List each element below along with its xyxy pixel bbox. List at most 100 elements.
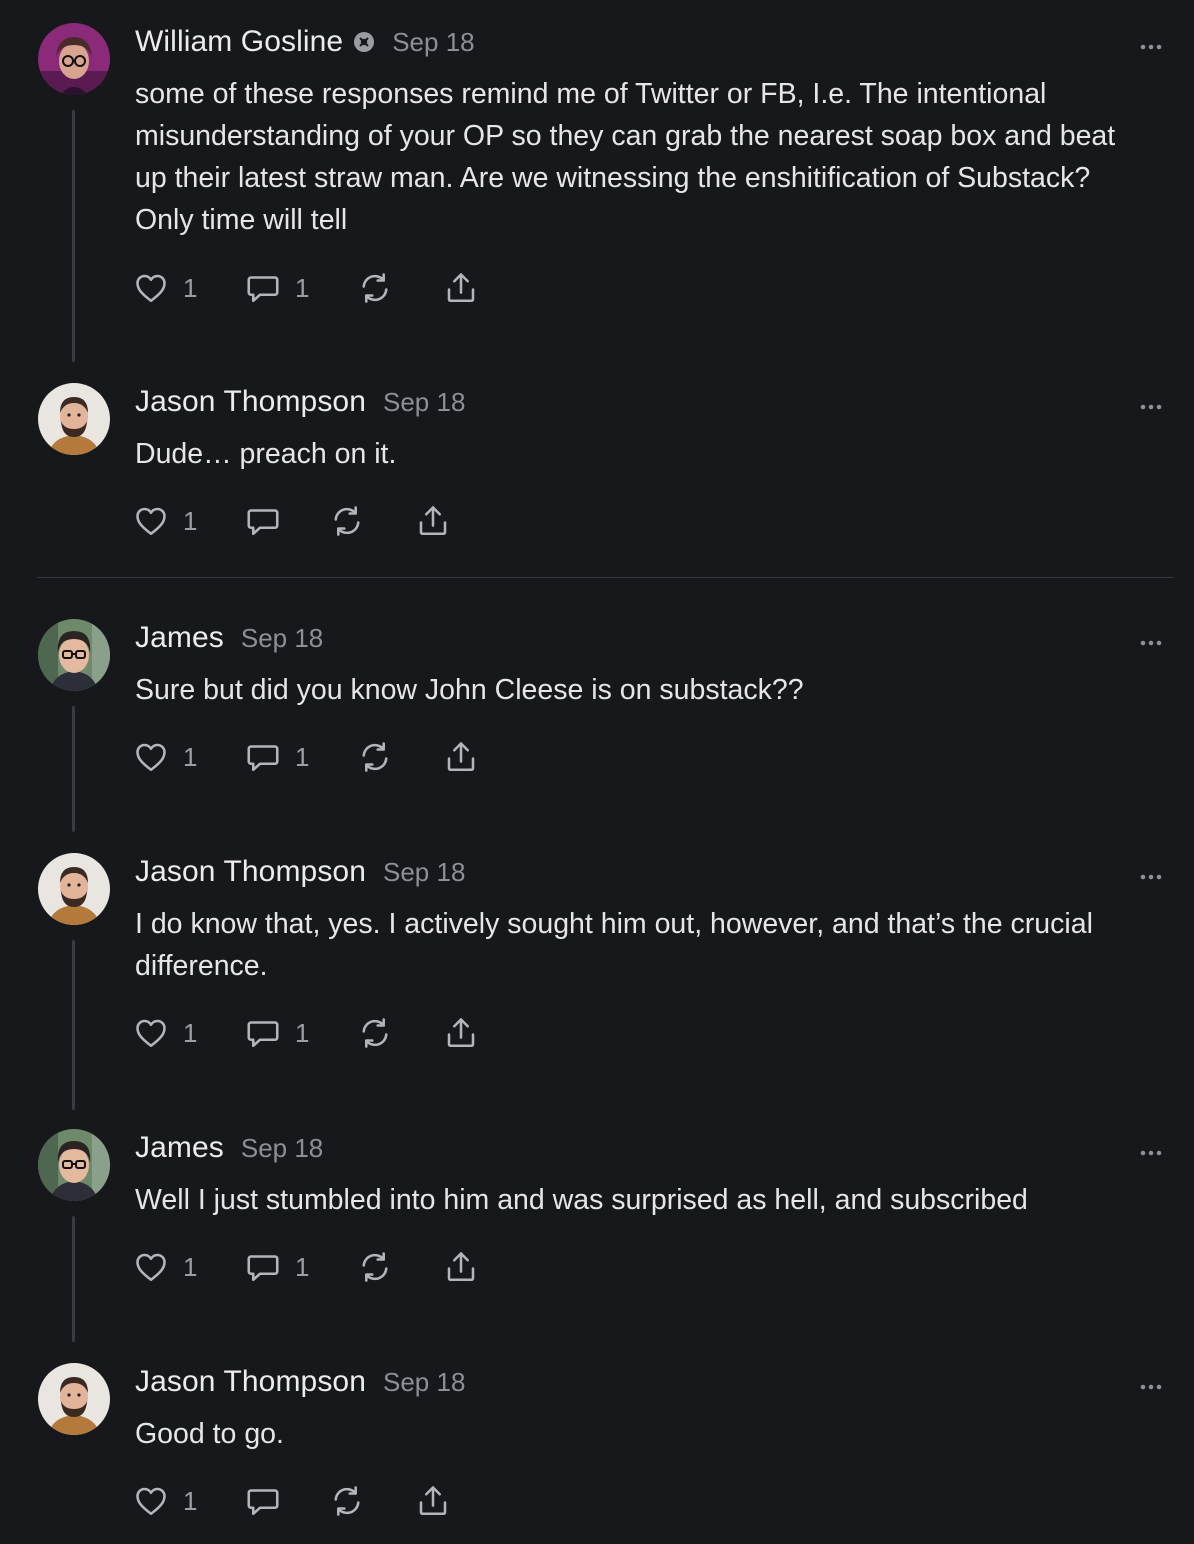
thread-divider xyxy=(38,577,1174,578)
comment: Jason Thompson Sep 18 Good to go. 1 xyxy=(0,1340,1194,1544)
author-name[interactable]: James xyxy=(135,621,224,655)
author-name[interactable]: James xyxy=(135,1131,224,1165)
reply-button[interactable]: 1 xyxy=(245,1013,357,1053)
author-name[interactable]: William Gosline xyxy=(135,25,343,59)
heart-icon xyxy=(133,1483,169,1519)
like-button[interactable]: 1 xyxy=(133,268,245,308)
thread-line xyxy=(72,1216,75,1342)
comment-actions: 1 xyxy=(133,1481,465,1521)
comment: William Gosline Sep 18 some of these res… xyxy=(0,0,1194,370)
restack-icon xyxy=(357,1249,393,1285)
comment-bubble-icon xyxy=(245,1483,281,1519)
comment-header: James Sep 18 xyxy=(135,618,323,658)
comment-text: Sure but did you know John Cleese is on … xyxy=(135,674,804,706)
restack-button[interactable] xyxy=(329,1481,415,1521)
comment-date[interactable]: Sep 18 xyxy=(392,27,474,58)
more-dots-icon[interactable] xyxy=(1138,398,1168,410)
restack-icon xyxy=(329,503,365,539)
more-dots-icon[interactable] xyxy=(1138,1144,1168,1156)
share-button[interactable] xyxy=(415,1481,465,1521)
more-dots-icon[interactable] xyxy=(1138,38,1168,50)
like-count: 1 xyxy=(183,741,198,772)
comment-header: James Sep 18 xyxy=(135,1128,323,1168)
thread-line xyxy=(72,706,75,832)
avatar[interactable] xyxy=(38,1363,110,1435)
restack-icon xyxy=(329,1483,365,1519)
restack-button[interactable] xyxy=(357,1247,443,1287)
heart-icon xyxy=(133,739,169,775)
comment: James Sep 18 Sure but did you know John … xyxy=(0,596,1194,836)
restack-button[interactable] xyxy=(357,737,443,777)
comment-header: Jason Thompson Sep 18 xyxy=(135,382,465,422)
comment: Jason Thompson Sep 18 I do know that, ye… xyxy=(0,830,1194,1114)
comment-date[interactable]: Sep 18 xyxy=(383,387,465,418)
share-button[interactable] xyxy=(443,737,493,777)
comment-header: Jason Thompson Sep 18 xyxy=(135,1362,465,1402)
subscriber-badge-icon xyxy=(353,31,375,53)
like-button[interactable]: 1 xyxy=(133,501,245,541)
comment-date[interactable]: Sep 18 xyxy=(241,623,323,654)
share-button[interactable] xyxy=(415,501,465,541)
comment-text: Good to go. xyxy=(135,1418,284,1450)
share-button[interactable] xyxy=(443,268,493,308)
comment-actions: 1 1 xyxy=(133,1247,493,1287)
share-button[interactable] xyxy=(443,1247,493,1287)
more-dots-icon[interactable] xyxy=(1138,868,1168,880)
restack-icon xyxy=(357,1015,393,1051)
reply-button[interactable] xyxy=(245,501,329,541)
like-count: 1 xyxy=(183,1485,198,1516)
reply-count: 1 xyxy=(295,741,310,772)
like-button[interactable]: 1 xyxy=(133,1481,245,1521)
avatar[interactable] xyxy=(38,853,110,925)
comment-actions: 1 xyxy=(133,501,465,541)
avatar[interactable] xyxy=(38,23,110,95)
like-count: 1 xyxy=(183,1251,198,1282)
more-dots-icon[interactable] xyxy=(1138,634,1168,646)
like-button[interactable]: 1 xyxy=(133,1247,245,1287)
comment-date[interactable]: Sep 18 xyxy=(241,1133,323,1164)
reply-button[interactable]: 1 xyxy=(245,737,357,777)
comment-text: I do know that, yes. I actively sought h… xyxy=(135,908,1093,982)
reply-button[interactable]: 1 xyxy=(245,1247,357,1287)
like-count: 1 xyxy=(183,1017,198,1048)
heart-icon xyxy=(133,1015,169,1051)
restack-button[interactable] xyxy=(357,268,443,308)
comment-bubble-icon xyxy=(245,503,281,539)
share-button[interactable] xyxy=(443,1013,493,1053)
author-name[interactable]: Jason Thompson xyxy=(135,1365,366,1399)
share-icon xyxy=(443,739,479,775)
reply-count: 1 xyxy=(295,1251,310,1282)
restack-button[interactable] xyxy=(357,1013,443,1053)
share-icon xyxy=(443,270,479,306)
avatar[interactable] xyxy=(38,1129,110,1201)
share-icon xyxy=(415,503,451,539)
comment-date[interactable]: Sep 18 xyxy=(383,1367,465,1398)
like-count: 1 xyxy=(183,272,198,303)
author-name[interactable]: Jason Thompson xyxy=(135,385,366,419)
avatar[interactable] xyxy=(38,619,110,691)
comment-bubble-icon xyxy=(245,739,281,775)
reply-count: 1 xyxy=(295,1017,310,1048)
comment-date[interactable]: Sep 18 xyxy=(383,857,465,888)
reply-button[interactable] xyxy=(245,1481,329,1521)
comment-actions: 1 1 xyxy=(133,268,493,308)
more-dots-icon[interactable] xyxy=(1138,1378,1168,1390)
reply-count: 1 xyxy=(295,272,310,303)
restack-button[interactable] xyxy=(329,501,415,541)
like-count: 1 xyxy=(183,505,198,536)
thread-line xyxy=(72,110,75,362)
reply-button[interactable]: 1 xyxy=(245,268,357,308)
like-button[interactable]: 1 xyxy=(133,1013,245,1053)
comment-header: William Gosline Sep 18 xyxy=(135,22,475,62)
comment-text: some of these responses remind me of Twi… xyxy=(135,78,1116,236)
comment-text: Dude… preach on it. xyxy=(135,438,397,470)
restack-icon xyxy=(357,270,393,306)
avatar[interactable] xyxy=(38,383,110,455)
restack-icon xyxy=(357,739,393,775)
heart-icon xyxy=(133,503,169,539)
heart-icon xyxy=(133,1249,169,1285)
comment-header: Jason Thompson Sep 18 xyxy=(135,852,465,892)
heart-icon xyxy=(133,270,169,306)
like-button[interactable]: 1 xyxy=(133,737,245,777)
author-name[interactable]: Jason Thompson xyxy=(135,855,366,889)
